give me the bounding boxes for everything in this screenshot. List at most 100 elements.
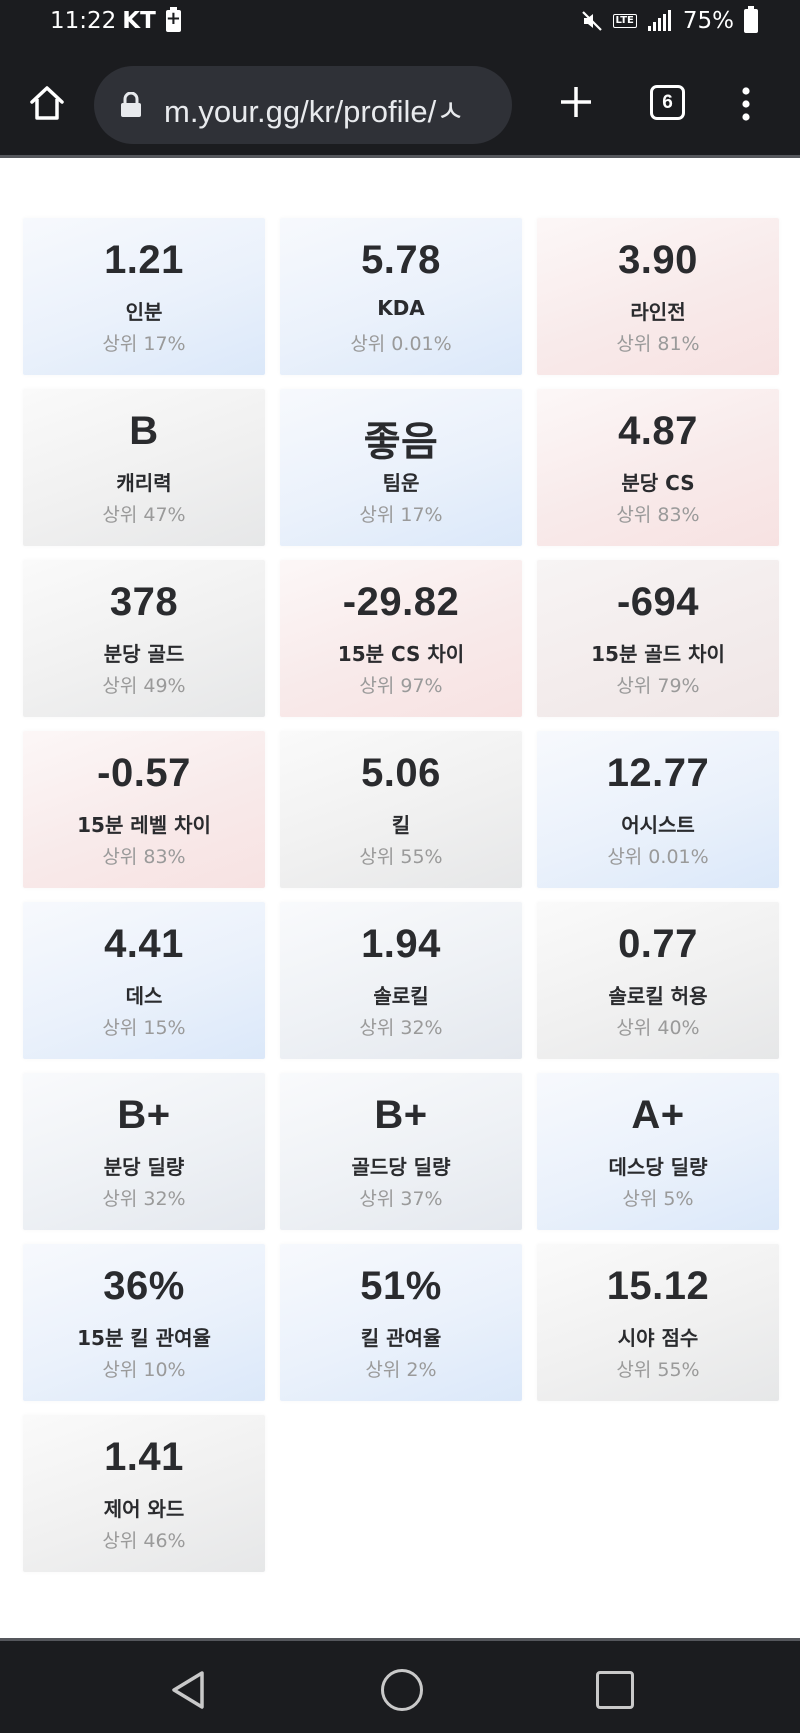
- browser-toolbar: m.your.gg/kr/profile/ㅅ 6: [0, 50, 800, 158]
- stat-value: -29.82: [342, 580, 460, 624]
- stat-card: 15.12 시야 점수상위 55%: [537, 1244, 779, 1401]
- stat-rank: 상위 49%: [102, 675, 186, 697]
- stat-rank: 상위 5%: [622, 1188, 694, 1210]
- url-text[interactable]: m.your.gg/kr/profile/ㅅ: [164, 86, 465, 131]
- stat-label: 15분 골드 차이: [591, 642, 725, 666]
- stat-rank: 상위 37%: [359, 1188, 443, 1210]
- stat-rank: 상위 79%: [616, 675, 700, 697]
- stat-card: 3.90 라인전 상위 81%: [537, 218, 779, 375]
- stat-value: 36%: [103, 1264, 185, 1308]
- battery-icon: [744, 6, 758, 33]
- back-icon[interactable]: [168, 1669, 208, 1711]
- stat-label: 15분 킬 관여율: [77, 1326, 211, 1350]
- stat-rank: 상위 17%: [102, 333, 186, 355]
- lte-icon: LTE: [612, 14, 637, 28]
- stat-card: 1.21 인분상위 17%: [23, 218, 265, 375]
- stat-card: 12.77 어시스트상위 0.01%: [537, 731, 779, 888]
- stat-card: 378 분당 골드상위 49%: [23, 560, 265, 717]
- home-icon[interactable]: [28, 84, 66, 122]
- stat-value: 1.21: [104, 238, 184, 282]
- stat-card: B+ 골드당 딜량 상위 37%: [280, 1073, 522, 1230]
- stat-label: 데스당 딜량: [608, 1155, 708, 1179]
- stat-value: B: [129, 409, 159, 453]
- stat-label: 캐리력: [116, 471, 172, 495]
- stat-rank: 상위 81%: [616, 333, 700, 355]
- stat-value: 378: [109, 580, 179, 624]
- stat-card: 4.87 분당 CS 상위 83%: [537, 389, 779, 546]
- stat-label: 시야 점수: [617, 1326, 699, 1350]
- stat-rank: 상위 15%: [102, 1017, 186, 1039]
- stat-card: 0.77 솔로킬 허용상위 40%: [537, 902, 779, 1059]
- stat-value: -0.57: [97, 751, 191, 795]
- stat-label: 어시스트: [621, 813, 695, 837]
- stat-rank: 상위 97%: [359, 675, 443, 697]
- stat-rank: 상위 46%: [102, 1530, 186, 1552]
- stat-card: A+ 데스당 딜량상위 5%: [537, 1073, 779, 1230]
- stat-label: 분당 딜량: [103, 1155, 185, 1179]
- stat-card: 좋음 팀운 상위 17%: [280, 389, 522, 546]
- stat-value: -694: [616, 580, 700, 624]
- stat-card: 36% 15분 킬 관여율 상위 10%: [23, 1244, 265, 1401]
- stat-label: 골드당 딜량: [351, 1155, 451, 1179]
- stat-rank: 상위 17%: [359, 504, 443, 526]
- stat-value: 0.77: [618, 922, 698, 966]
- stat-label: 분당 골드: [103, 642, 185, 666]
- battery-percent: 75%: [682, 8, 734, 34]
- stat-card: 1.94 솔로킬 상위 32%: [280, 902, 522, 1059]
- stat-value: A+: [631, 1093, 685, 1137]
- stat-rank: 상위 47%: [102, 504, 186, 526]
- stat-label: 라인전: [630, 300, 686, 324]
- stat-value: B+: [117, 1093, 171, 1137]
- stat-value: 5.06: [361, 751, 441, 795]
- more-menu-icon[interactable]: [736, 86, 756, 122]
- stat-rank: 상위 0.01%: [607, 846, 709, 868]
- stat-label: 인분: [125, 300, 163, 324]
- signal-icon: [647, 10, 671, 31]
- status-bar: 11:22 KT LTE 75%: [0, 0, 800, 50]
- address-bar[interactable]: m.your.gg/kr/profile/ㅅ: [94, 66, 512, 144]
- status-time: 11:22: [50, 8, 117, 34]
- stat-label: 솔로킬 허용: [608, 984, 708, 1008]
- stat-rank: 상위 0.01%: [350, 333, 452, 355]
- tab-switcher-button[interactable]: 6: [650, 85, 685, 120]
- stat-rank: 상위 32%: [359, 1017, 443, 1039]
- stat-card: 1.41 제어 와드상위 46%: [23, 1415, 265, 1572]
- stat-rank: 상위 83%: [616, 504, 700, 526]
- stat-value: 1.94: [361, 922, 441, 966]
- stat-rank: 상위 55%: [616, 1359, 700, 1381]
- stat-value: 15.12: [606, 1264, 710, 1308]
- home-circle-icon[interactable]: [381, 1669, 423, 1711]
- stat-rank: 상위 2%: [365, 1359, 437, 1381]
- stat-rank: 상위 40%: [616, 1017, 700, 1039]
- battery-saver-icon: [165, 7, 181, 32]
- new-tab-icon[interactable]: [558, 84, 594, 120]
- navigation-bar: [0, 1638, 800, 1733]
- stat-card: -0.57 15분 레벨 차이상위 83%: [23, 731, 265, 888]
- stat-rank: 상위 55%: [359, 846, 443, 868]
- recent-apps-icon[interactable]: [596, 1671, 634, 1709]
- stat-label: 제어 와드: [103, 1497, 185, 1521]
- stat-label: KDA: [377, 296, 425, 320]
- status-carrier: KT: [122, 8, 156, 34]
- stat-card: -694 15분 골드 차이상위 79%: [537, 560, 779, 717]
- stat-card: B 캐리력상위 47%: [23, 389, 265, 546]
- stat-label: 분당 CS: [621, 471, 695, 495]
- stat-card: -29.82 15분 CS 차이상위 97%: [280, 560, 522, 717]
- stat-label: 킬 관여율: [360, 1326, 442, 1350]
- stat-card: 4.41 데스상위 15%: [23, 902, 265, 1059]
- stat-card: 5.78 KDA 상위 0.01%: [280, 218, 522, 375]
- mute-icon: [581, 11, 602, 31]
- stat-value: 51%: [360, 1264, 442, 1308]
- stat-label: 15분 레벨 차이: [77, 813, 211, 837]
- stat-label: 데스: [125, 984, 163, 1008]
- stat-value: 4.41: [104, 922, 184, 966]
- stat-value: 12.77: [606, 751, 710, 795]
- stat-card: B+ 분당 딜량 상위 32%: [23, 1073, 265, 1230]
- stat-label: 15분 CS 차이: [337, 642, 465, 666]
- stat-value: 5.78: [361, 238, 441, 282]
- stat-card: 5.06 킬 상위 55%: [280, 731, 522, 888]
- stat-rank: 상위 83%: [102, 846, 186, 868]
- lock-icon: [121, 92, 141, 117]
- stat-value: 1.41: [104, 1435, 184, 1479]
- stat-label: 팀운: [382, 471, 420, 495]
